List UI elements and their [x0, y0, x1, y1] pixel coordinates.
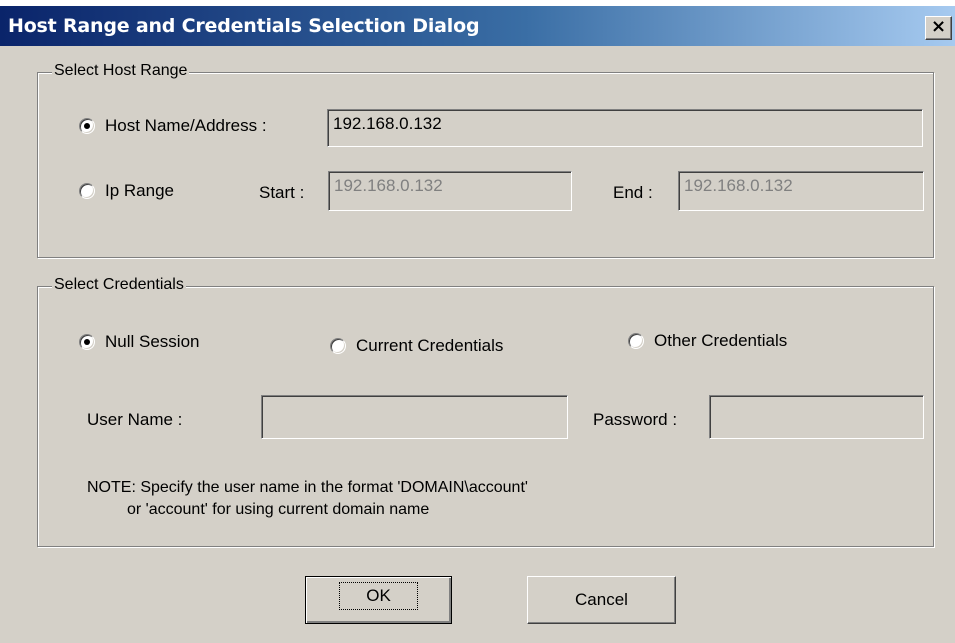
- cancel-button[interactable]: Cancel: [527, 576, 676, 624]
- ok-button[interactable]: OK: [305, 576, 452, 624]
- null-session-radio-circle: [79, 334, 95, 350]
- null-session-label: Null Session: [105, 332, 200, 351]
- other-credentials-radio[interactable]: Other Credentials: [628, 331, 787, 351]
- start-label: Start :: [259, 183, 305, 202]
- ip-range-radio-circle: [79, 183, 95, 199]
- current-credentials-radio[interactable]: Current Credentials: [330, 336, 503, 356]
- end-ip-input[interactable]: 192.168.0.132: [678, 171, 924, 211]
- host-name-input[interactable]: 192.168.0.132: [327, 109, 923, 147]
- start-ip-input[interactable]: 192.168.0.132: [328, 171, 572, 211]
- current-credentials-label: Current Credentials: [356, 336, 504, 355]
- close-button[interactable]: ×: [925, 16, 952, 40]
- username-input[interactable]: [261, 395, 568, 439]
- host-range-legend: Select Host Range: [52, 62, 190, 80]
- host-range-group: Select Host Range: [37, 62, 934, 258]
- host-name-radio-circle: [79, 118, 95, 134]
- ok-button-label: OK: [339, 582, 418, 610]
- end-label: End :: [613, 183, 653, 202]
- window-title: Host Range and Credentials Selection Dia…: [8, 15, 480, 37]
- other-credentials-radio-circle: [628, 333, 644, 349]
- username-label: User Name :: [87, 410, 183, 429]
- ip-range-radio[interactable]: Ip Range: [79, 181, 174, 201]
- current-credentials-radio-circle: [330, 338, 346, 354]
- host-name-radio[interactable]: Host Name/Address :: [79, 116, 267, 136]
- password-input[interactable]: [709, 395, 924, 439]
- credentials-legend: Select Credentials: [52, 276, 186, 294]
- title-bar[interactable]: Host Range and Credentials Selection Dia…: [0, 6, 955, 46]
- password-label: Password :: [593, 410, 678, 429]
- other-credentials-label: Other Credentials: [654, 331, 788, 350]
- credentials-note: NOTE: Specify the user name in the forma…: [87, 479, 528, 518]
- credentials-dialog: Host Range and Credentials Selection Dia…: [0, 6, 955, 643]
- ip-range-label: Ip Range: [105, 181, 174, 200]
- null-session-radio[interactable]: Null Session: [79, 332, 200, 352]
- host-name-label: Host Name/Address :: [105, 116, 267, 135]
